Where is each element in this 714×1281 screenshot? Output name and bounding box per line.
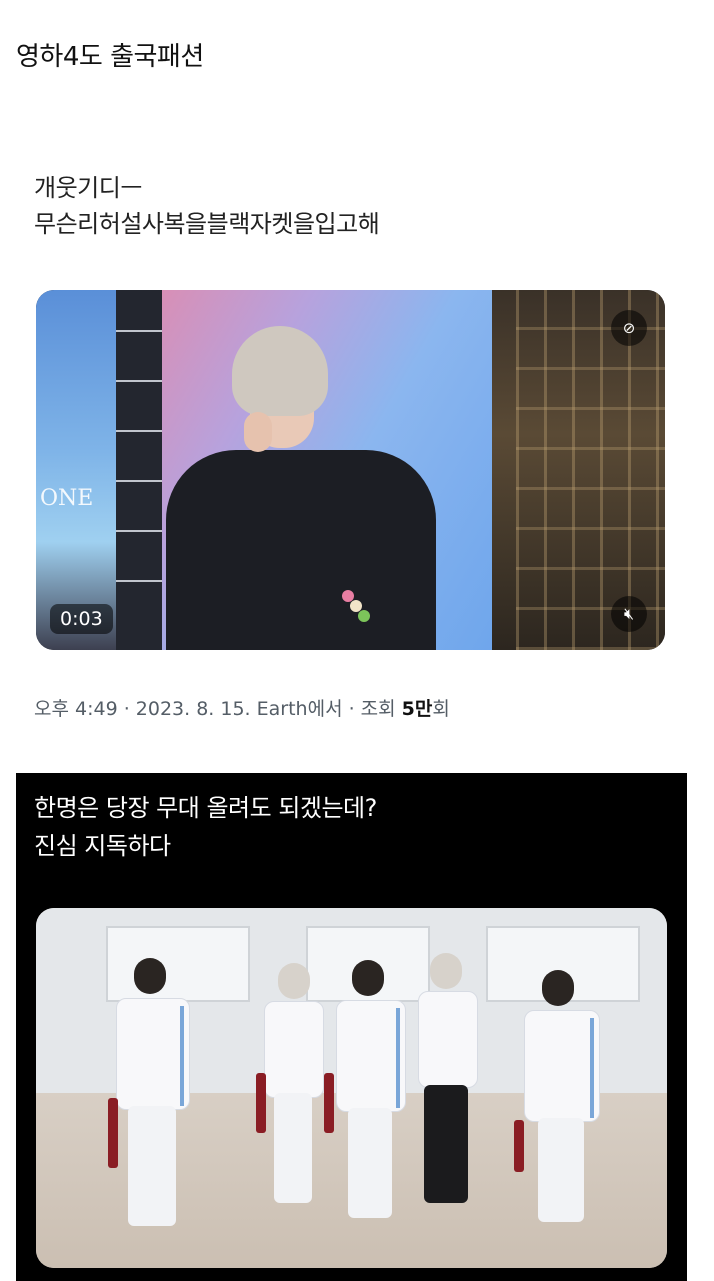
mute-button[interactable]: 🔇︎	[611, 596, 647, 632]
speaker-muted-icon: 🔇︎	[623, 604, 635, 623]
video-performer-hair	[232, 326, 328, 416]
tweet-meta-prefix: 오후 4:49 · 2023. 8. 15. Earth에서 · 조회	[34, 698, 402, 720]
video-time: 0:03	[50, 604, 113, 634]
tweet-meta: 오후 4:49 · 2023. 8. 15. Earth에서 · 조회 5만회	[34, 694, 450, 721]
video-screen-text: ONE	[40, 486, 94, 511]
video-performer-body	[166, 450, 436, 650]
practice-room-photo[interactable]	[36, 908, 667, 1268]
tweet-meta-suffix: 회	[432, 698, 450, 720]
room-window	[106, 926, 250, 1002]
captions-button[interactable]: ⊘	[611, 310, 647, 346]
video-frame-truss	[116, 290, 162, 650]
video-player[interactable]: ONE ⊘ 🔇︎ 0:03	[36, 290, 665, 650]
screenshot-section: 한명은 당장 무대 올려도 되겠는데? 진심 지독하다	[16, 773, 687, 1281]
tweet-line-1: 개웃기디ㅡ	[34, 174, 142, 202]
page-title: 영하4도 출국패션	[16, 42, 204, 72]
captions-off-icon: ⊘	[622, 319, 636, 337]
video-performer-hand	[244, 412, 272, 452]
tweet-text: 개웃기디ㅡ 무슨리허설사복을블랙자켓을입고해	[34, 170, 380, 242]
caption-line-2: 진심 지독하다	[34, 832, 171, 860]
video-frame-scaffold	[516, 290, 665, 650]
tweet-line-2: 무슨리허설사복을블랙자켓을입고해	[34, 210, 380, 238]
view-count: 5만	[401, 698, 433, 720]
caption-text: 한명은 당장 무대 올려도 되겠는데? 진심 지독하다	[34, 789, 377, 865]
video-candy-green	[358, 610, 370, 622]
caption-line-1: 한명은 당장 무대 올려도 되겠는데?	[34, 794, 377, 822]
